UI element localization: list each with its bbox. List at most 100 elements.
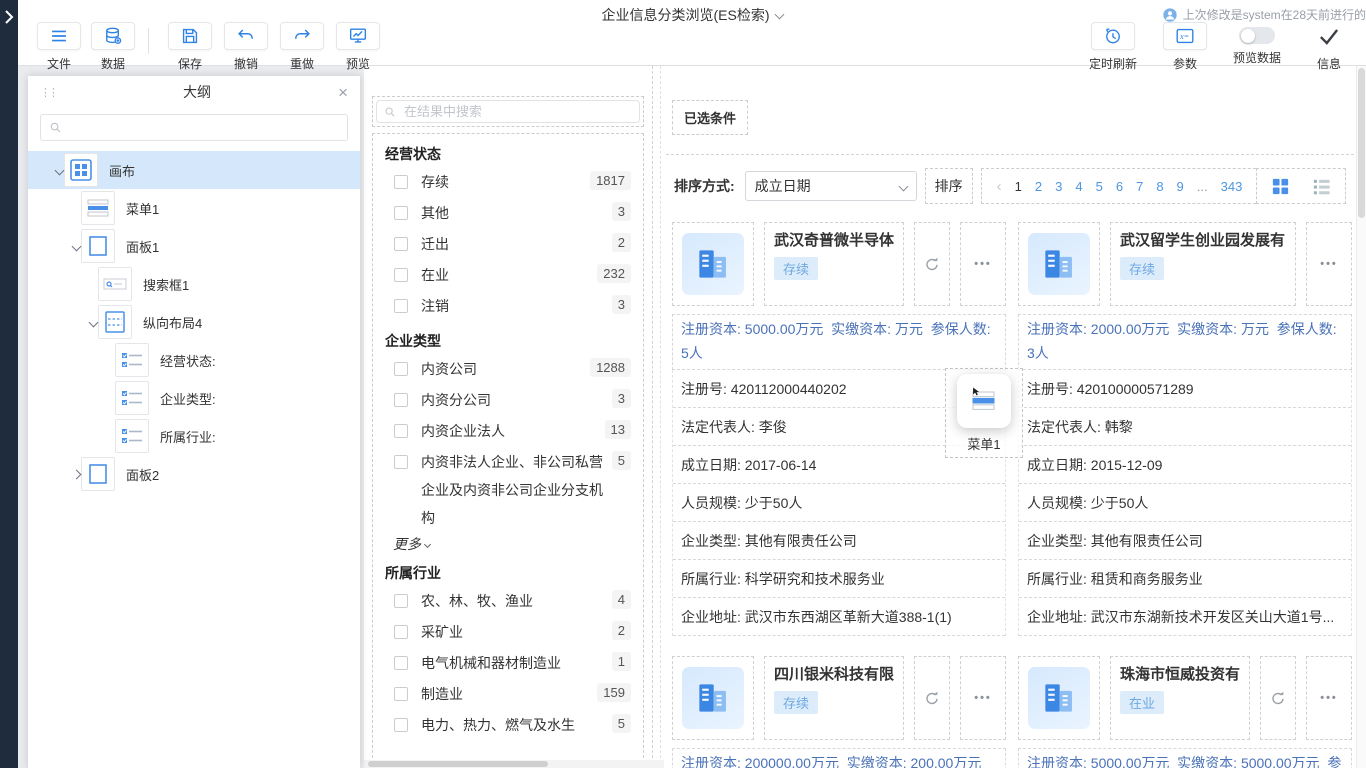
filter-option[interactable]: 注销3 [385,291,631,322]
company-icon-box [672,656,754,740]
filter-option[interactable]: 电气机械和器材制造业1 [385,648,631,679]
chevron-down-icon[interactable] [82,319,98,326]
drag-handle-icon[interactable]: ⋮⋮ [40,86,56,99]
filter-option[interactable]: 内资公司1288 [385,354,631,385]
tool-info[interactable]: 信息 [1298,22,1360,72]
tree-item-纵向布局4[interactable]: 纵向布局4 [28,303,360,341]
page-4[interactable]: 4 [1075,179,1082,194]
expand-rail-icon[interactable] [1,6,18,31]
toolbar-left: 文件数据保存撤销重做预览 [32,22,385,72]
tool-save[interactable]: 保存 [163,22,217,72]
page-5[interactable]: 5 [1096,179,1103,194]
page-1[interactable]: 1 [1015,179,1022,194]
page-2[interactable]: 2 [1035,179,1042,194]
checkbox[interactable] [394,687,408,701]
checkbox[interactable] [394,424,408,438]
sort-select[interactable]: 成立日期 [745,171,917,201]
vertical-scrollbar[interactable] [1356,66,1366,768]
checkbox[interactable] [394,656,408,670]
tree-item-画布[interactable]: 画布 [28,151,360,189]
tool-data[interactable]: 数据 [86,22,140,72]
checkbox[interactable] [394,718,408,732]
filter-option[interactable]: 在业232 [385,260,631,291]
refresh-button[interactable] [1260,656,1296,740]
more-actions-button[interactable]: ••• [1306,222,1352,306]
grid-view-icon[interactable] [1270,176,1291,197]
filter-option[interactable]: 其他3 [385,198,631,229]
filter-option-label: 电气机械和器材制造业 [421,648,612,677]
tool-undo[interactable]: 撤销 [219,22,273,72]
page-7[interactable]: 7 [1136,179,1143,194]
more-actions-button[interactable]: ••• [1306,656,1352,740]
result-search-input[interactable] [402,103,633,120]
page-9[interactable]: 9 [1177,179,1184,194]
page-6[interactable]: 6 [1116,179,1123,194]
tree-item-面板1[interactable]: 面板1 [28,227,360,265]
filter-group-title: 所属行业 [385,563,631,583]
drag-ghost-menu1[interactable]: 菜单1 [945,368,1023,458]
page-3[interactable]: 3 [1055,179,1062,194]
page-ellipsis: ... [1197,179,1208,194]
close-icon[interactable]: × [338,84,348,101]
tool-redo[interactable]: 重做 [275,22,329,72]
filter-option[interactable]: 迁出2 [385,229,631,260]
tree-item-菜单1[interactable]: 菜单1 [28,189,360,227]
chevron-down-icon[interactable] [65,243,81,250]
refresh-button[interactable] [914,222,950,306]
company-name-box[interactable]: 珠海市恒威投资有限公司在业 [1110,656,1250,740]
filter-option[interactable]: 制造业159 [385,679,631,710]
chevron-right-icon[interactable] [65,471,81,478]
tool-preview[interactable]: 预览 [331,22,385,72]
checkbox[interactable] [394,362,408,376]
tree-item-面板2[interactable]: 面板2 [28,455,360,493]
filter-option[interactable]: 存续1817 [385,167,631,198]
company-name-box[interactable]: 武汉留学生创业园发展有限公司存续 [1110,222,1296,306]
checkbox[interactable] [394,268,408,282]
scrollbar-thumb[interactable] [368,761,548,767]
tool-params[interactable]: x=参数 [1154,22,1216,72]
filter-option[interactable]: 内资非法人企业、非公司私营企业及内资非公司企业分支机构5 [385,447,631,532]
outline-search-input[interactable] [69,119,340,136]
checkbox[interactable] [394,455,408,469]
tree-item-企业类型[interactable]: 企业类型: [28,379,360,417]
tree-item-经营状态[interactable]: 经营状态: [28,341,360,379]
tree-item-label: 搜索框1 [143,275,189,294]
header-bar: 企业信息分类浏览(ES检索) 上次修改是system在28天前进行的 文件数据保… [18,0,1366,66]
chevron-down-icon[interactable] [48,167,64,174]
filter-option[interactable]: 采矿业2 [385,617,631,648]
company-name-box[interactable]: 武汉奇普微半导体有限公司存续 [764,222,904,306]
selected-conditions[interactable]: 已选条件 [672,100,748,135]
filter-option[interactable]: 电力、热力、燃气及水生5 [385,710,631,741]
preview-data-toggle[interactable] [1239,27,1275,44]
horizontal-scrollbar[interactable] [364,760,664,768]
page-343[interactable]: 343 [1221,179,1243,194]
tree-item-搜索框1[interactable]: 搜索框1 [28,265,360,303]
checkbox[interactable] [394,175,408,189]
more-link[interactable]: 更多 [393,534,631,554]
sort-button[interactable]: 排序 [925,168,973,204]
company-name-box[interactable]: 四川银米科技有限责任公司存续 [764,656,904,740]
page-prev[interactable]: ‹ [997,178,1002,195]
checkbox[interactable] [394,237,408,251]
checkbox[interactable] [394,625,408,639]
checkbox[interactable] [394,206,408,220]
tool-timed-refresh[interactable]: 定时刷新 [1082,22,1144,72]
checkbox[interactable] [394,299,408,313]
tree-item-所属行业[interactable]: 所属行业: [28,417,360,455]
page-8[interactable]: 8 [1156,179,1163,194]
scrollbar-thumb[interactable] [1358,68,1365,218]
list-view-icon[interactable] [1311,176,1332,197]
checkbox[interactable] [394,594,408,608]
more-actions-button[interactable]: ••• [960,222,1006,306]
result-search-box[interactable] [376,100,640,123]
filter-option[interactable]: 内资企业法人13 [385,416,631,447]
checkbox[interactable] [394,393,408,407]
filter-option[interactable]: 内资分公司3 [385,385,631,416]
tool-file[interactable]: 文件 [32,22,86,72]
tool-label: 预览数据 [1233,49,1281,66]
outline-search[interactable] [40,114,348,141]
filter-option[interactable]: 农、林、牧、渔业4 [385,586,631,617]
refresh-button[interactable] [914,656,950,740]
more-actions-button[interactable]: ••• [960,656,1006,740]
tool-preview-data[interactable]: 预览数据 [1226,22,1288,66]
